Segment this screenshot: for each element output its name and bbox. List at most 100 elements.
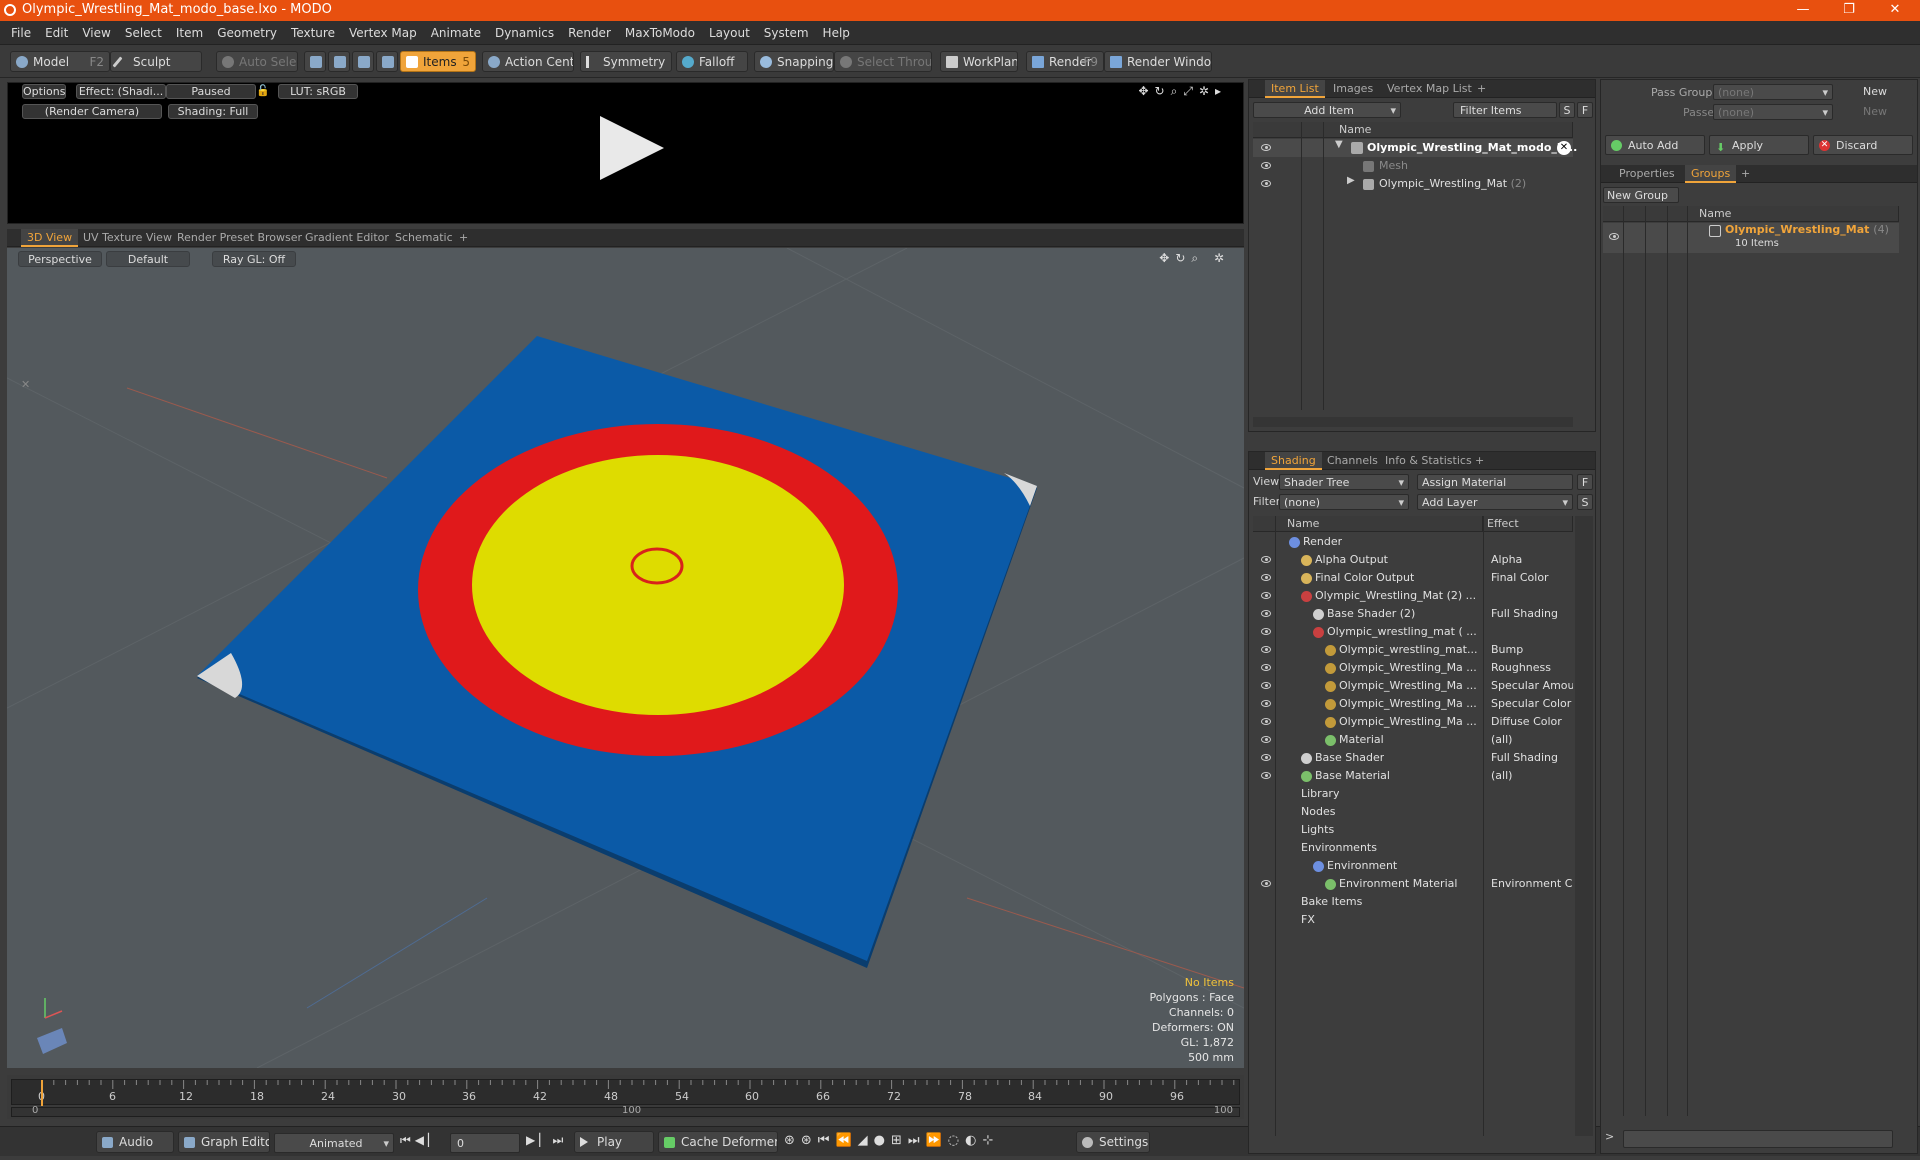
timeline-ruler[interactable]: 0 6 12 18 24 30 36 42 48 54 60 66 72 78 …: [11, 1079, 1240, 1106]
shader-effect-dropdown[interactable]: Roughness: [1487, 659, 1573, 677]
shader-effect-dropdown[interactable]: Full Shading: [1487, 605, 1573, 623]
menu-item[interactable]: Item: [169, 21, 210, 45]
tab-item-list[interactable]: Item List: [1265, 80, 1325, 98]
tab-add-item-list[interactable]: +: [1471, 80, 1492, 98]
menu-view[interactable]: View: [75, 21, 117, 45]
transport-back-icons[interactable]: ⏮◀▏: [400, 1133, 441, 1148]
shader-effect-dropdown[interactable]: Environment Color: [1487, 875, 1573, 893]
shader-row[interactable]: Olympic_Wrestling_Ma ... Roughness: [1253, 659, 1573, 677]
shader-row[interactable]: Environment: [1253, 857, 1573, 875]
menu-maxtomodo[interactable]: MaxToModo: [618, 21, 702, 45]
shader-effect-dropdown[interactable]: Diffuse Color: [1487, 713, 1573, 731]
tab-shading[interactable]: Shading: [1265, 452, 1322, 470]
visibility-eye-icon[interactable]: [1261, 144, 1271, 151]
settings-button[interactable]: Settings: [1076, 1131, 1150, 1153]
shader-row[interactable]: Base Shader (2) Full Shading: [1253, 605, 1573, 623]
expand-arrow-icon[interactable]: ▶: [1347, 175, 1355, 186]
shading-s-button[interactable]: S: [1577, 494, 1593, 510]
play-icon[interactable]: [600, 116, 664, 180]
new-group-button[interactable]: New Group: [1603, 187, 1679, 203]
shader-row[interactable]: Olympic_wrestling_mat... Bump: [1253, 641, 1573, 659]
shader-row[interactable]: Olympic_Wrestling_Mat (2) ...: [1253, 587, 1573, 605]
playhead[interactable]: [41, 1080, 43, 1106]
play-button[interactable]: Play: [574, 1131, 654, 1153]
tab-3d-view[interactable]: 3D View: [21, 229, 79, 247]
filter-items-input[interactable]: Filter Items: [1453, 102, 1557, 118]
shader-effect-dropdown[interactable]: Specular Amount: [1487, 677, 1573, 695]
shader-row[interactable]: Alpha Output Alpha: [1253, 551, 1573, 569]
visibility-eye-icon[interactable]: [1261, 556, 1271, 563]
shader-row[interactable]: Olympic_Wrestling_Ma ... Specular Color: [1253, 695, 1573, 713]
auto-add-button[interactable]: Auto Add: [1605, 135, 1705, 155]
shading-header-name[interactable]: Name: [1253, 516, 1483, 532]
visibility-eye-icon[interactable]: [1261, 718, 1271, 725]
shader-row[interactable]: FX: [1253, 911, 1573, 929]
visibility-eye-icon[interactable]: [1261, 700, 1271, 707]
menu-help[interactable]: Help: [816, 21, 857, 45]
render-camera-dropdown[interactable]: (Render Camera): [22, 104, 162, 119]
visibility-eye-icon[interactable]: [1261, 664, 1271, 671]
auto-select-button[interactable]: Auto Select: [216, 51, 298, 72]
tab-vertex-map-list[interactable]: Vertex Map List: [1381, 80, 1478, 98]
visibility-eye-icon[interactable]: [1261, 646, 1271, 653]
discard-button[interactable]: ✕ Discard: [1813, 135, 1913, 155]
visibility-eye-icon[interactable]: [1261, 574, 1271, 581]
tab-uv-texture-view[interactable]: UV Texture View: [77, 229, 178, 247]
preview-effect-dropdown[interactable]: Effect: (Shadi...: [76, 84, 166, 99]
groups-header-name[interactable]: Name: [1603, 206, 1899, 222]
shading-header-effect[interactable]: Effect: [1483, 516, 1573, 532]
shader-row[interactable]: Olympic_wrestling_mat ( ...: [1253, 623, 1573, 641]
menu-select[interactable]: Select: [118, 21, 169, 45]
item-list-f-button[interactable]: F: [1577, 102, 1593, 118]
tab-gradient-editor[interactable]: Gradient Editor: [299, 229, 395, 247]
shader-effect-dropdown[interactable]: Full Shading: [1487, 749, 1573, 767]
transport-forward-icons[interactable]: ▶▏⏭: [526, 1133, 567, 1148]
preview-paused-toggle[interactable]: Paused: [166, 84, 256, 99]
menu-vertex-map[interactable]: Vertex Map: [342, 21, 424, 45]
frame-input[interactable]: 0: [450, 1133, 520, 1153]
passes-dropdown[interactable]: (none): [1713, 104, 1833, 120]
visibility-eye-icon[interactable]: [1609, 233, 1619, 240]
sculpt-mode-button[interactable]: Sculpt: [110, 51, 202, 72]
tab-add[interactable]: +: [453, 229, 474, 247]
shader-row[interactable]: Olympic_Wrestling_Ma ... Diffuse Color: [1253, 713, 1573, 731]
vertical-scrollbar[interactable]: [1575, 516, 1593, 1136]
shading-dropdown[interactable]: Shading: Full: [168, 104, 258, 119]
view-dropdown[interactable]: Shader Tree: [1279, 474, 1409, 490]
command-input[interactable]: [1623, 1130, 1893, 1148]
model-mode-button[interactable]: Model F2: [10, 51, 110, 72]
shader-row[interactable]: Bake Items: [1253, 893, 1573, 911]
visibility-eye-icon[interactable]: [1261, 628, 1271, 635]
tab-groups[interactable]: Groups: [1685, 165, 1737, 183]
item-list-s-button[interactable]: S: [1559, 102, 1575, 118]
workplane-button[interactable]: WorkPlane: [940, 51, 1018, 72]
shader-effect-dropdown[interactable]: (all): [1487, 767, 1573, 785]
animated-dropdown[interactable]: Animated: [274, 1133, 394, 1153]
raygl-toggle[interactable]: Ray GL: Off: [212, 251, 296, 267]
shader-effect-dropdown[interactable]: Bump: [1487, 641, 1573, 659]
vertex-select-button[interactable]: [304, 51, 326, 72]
preview-nav-icons[interactable]: ✥↻⌕⤢✲▸: [1138, 84, 1227, 99]
keyframe-tool-icons[interactable]: ⊛⊛⏮⏪◢●⊞⏭⏩◌◐⊹: [784, 1133, 999, 1148]
shader-row[interactable]: Render: [1253, 533, 1573, 551]
menu-edit[interactable]: Edit: [38, 21, 75, 45]
default-style-dropdown[interactable]: Default: [106, 251, 190, 267]
tab-images[interactable]: Images: [1327, 80, 1379, 98]
shader-effect-dropdown[interactable]: Specular Color: [1487, 695, 1573, 713]
polygon-select-button[interactable]: [352, 51, 374, 72]
shader-row[interactable]: Environment Material Environment Color: [1253, 875, 1573, 893]
perspective-dropdown[interactable]: Perspective: [18, 251, 102, 267]
menu-geometry[interactable]: Geometry: [210, 21, 284, 45]
maximize-button[interactable]: ❐: [1826, 0, 1872, 21]
visibility-eye-icon[interactable]: [1261, 772, 1271, 779]
falloff-button[interactable]: Falloff: [676, 51, 748, 72]
new-pass-button[interactable]: New: [1837, 104, 1913, 120]
visibility-eye-icon[interactable]: [1261, 180, 1271, 187]
shader-row[interactable]: Base Material (all): [1253, 767, 1573, 785]
add-layer-dropdown[interactable]: Add Layer: [1417, 494, 1573, 510]
menu-animate[interactable]: Animate: [424, 21, 488, 45]
items-mode-button[interactable]: Items 5: [400, 51, 476, 72]
lock-icon[interactable]: 🔓: [256, 84, 268, 99]
shader-row[interactable]: Lights: [1253, 821, 1573, 839]
shader-row[interactable]: Final Color Output Final Color: [1253, 569, 1573, 587]
